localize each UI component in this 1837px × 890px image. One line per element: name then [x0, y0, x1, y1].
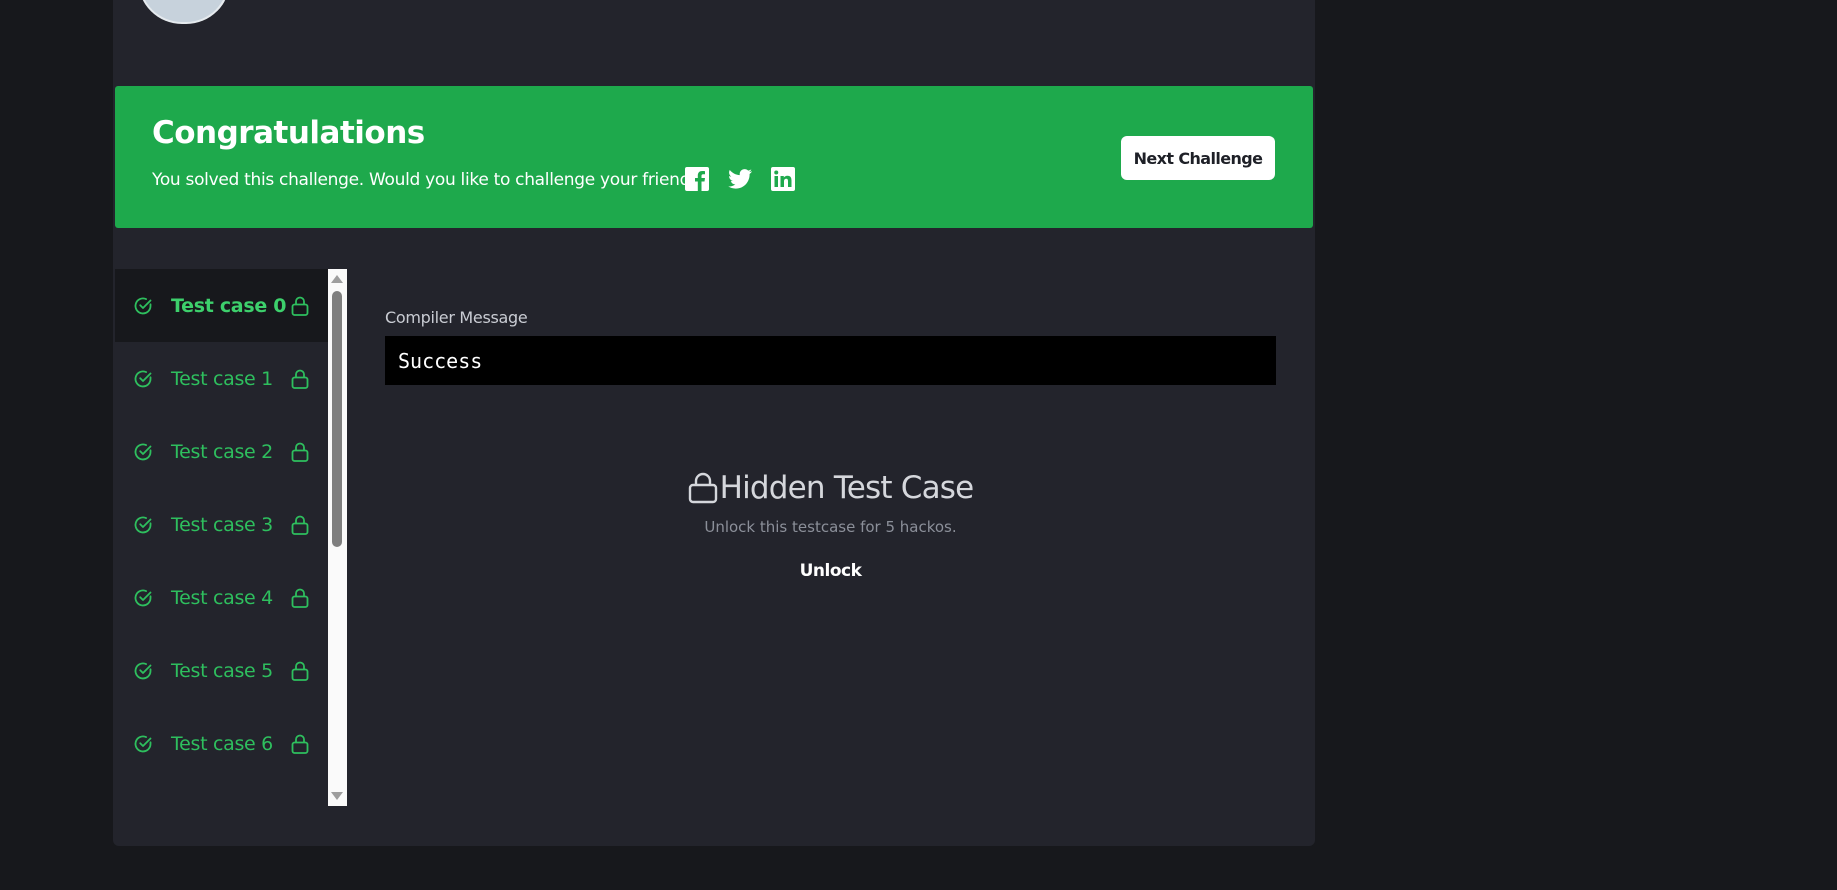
check-circle-icon — [134, 516, 152, 533]
lock-icon — [291, 296, 309, 316]
test-case-list: Test case 0 Test case 1 Test case 2 Test… — [115, 269, 328, 806]
banner-title: Congratulations — [152, 115, 425, 151]
test-case-item-4[interactable]: Test case 4 — [115, 561, 328, 634]
test-case-label: Test case 6 — [171, 732, 273, 755]
hidden-test-case-title: Hidden Test Case — [688, 470, 974, 506]
check-circle-icon — [134, 662, 152, 679]
check-circle-icon — [134, 370, 152, 387]
test-case-item-3[interactable]: Test case 3 — [115, 488, 328, 561]
congratulations-banner: Congratulations You solved this challeng… — [115, 86, 1313, 228]
hidden-test-case-section: Hidden Test Case Unlock this testcase fo… — [385, 470, 1276, 581]
linkedin-icon[interactable] — [770, 166, 796, 192]
test-case-label: Test case 4 — [171, 586, 273, 609]
test-case-item-0[interactable]: Test case 0 — [115, 269, 328, 342]
lock-icon — [291, 515, 309, 535]
lock-icon — [291, 734, 309, 754]
scrollbar-thumb[interactable] — [332, 291, 342, 547]
compiler-message-label: Compiler Message — [385, 308, 528, 327]
test-case-item-6[interactable]: Test case 6 — [115, 707, 328, 780]
facebook-icon[interactable] — [684, 166, 710, 192]
scroll-down-arrow-icon[interactable] — [331, 792, 343, 800]
next-challenge-button[interactable]: Next Challenge — [1121, 136, 1275, 180]
test-case-label: Test case 2 — [171, 440, 273, 463]
lock-icon — [688, 472, 717, 504]
lock-icon — [291, 588, 309, 608]
check-circle-icon — [134, 443, 152, 460]
check-circle-icon — [134, 297, 152, 314]
lock-icon — [291, 661, 309, 681]
hidden-test-case-subtitle: Unlock this testcase for 5 hackos. — [704, 518, 957, 536]
test-case-label: Test case 0 — [171, 294, 287, 317]
check-circle-icon — [134, 735, 152, 752]
check-circle-icon — [134, 589, 152, 606]
lock-icon — [291, 442, 309, 462]
scroll-up-arrow-icon[interactable] — [331, 275, 343, 283]
twitter-icon[interactable] — [727, 166, 753, 192]
test-case-scrollbar[interactable] — [328, 269, 347, 806]
unlock-button[interactable]: Unlock — [800, 561, 862, 581]
lock-icon — [291, 369, 309, 389]
test-case-label: Test case 5 — [171, 659, 273, 682]
hidden-title-text: Hidden Test Case — [719, 470, 975, 506]
compiler-message-text: Success — [398, 349, 483, 373]
test-case-label: Test case 1 — [171, 367, 273, 390]
test-case-item-2[interactable]: Test case 2 — [115, 415, 328, 488]
banner-message: You solved this challenge. Would you lik… — [152, 170, 708, 190]
test-case-item-1[interactable]: Test case 1 — [115, 342, 328, 415]
test-case-label: Test case 3 — [171, 513, 273, 536]
test-case-item-5[interactable]: Test case 5 — [115, 634, 328, 707]
compiler-message-box: Success — [385, 336, 1276, 385]
